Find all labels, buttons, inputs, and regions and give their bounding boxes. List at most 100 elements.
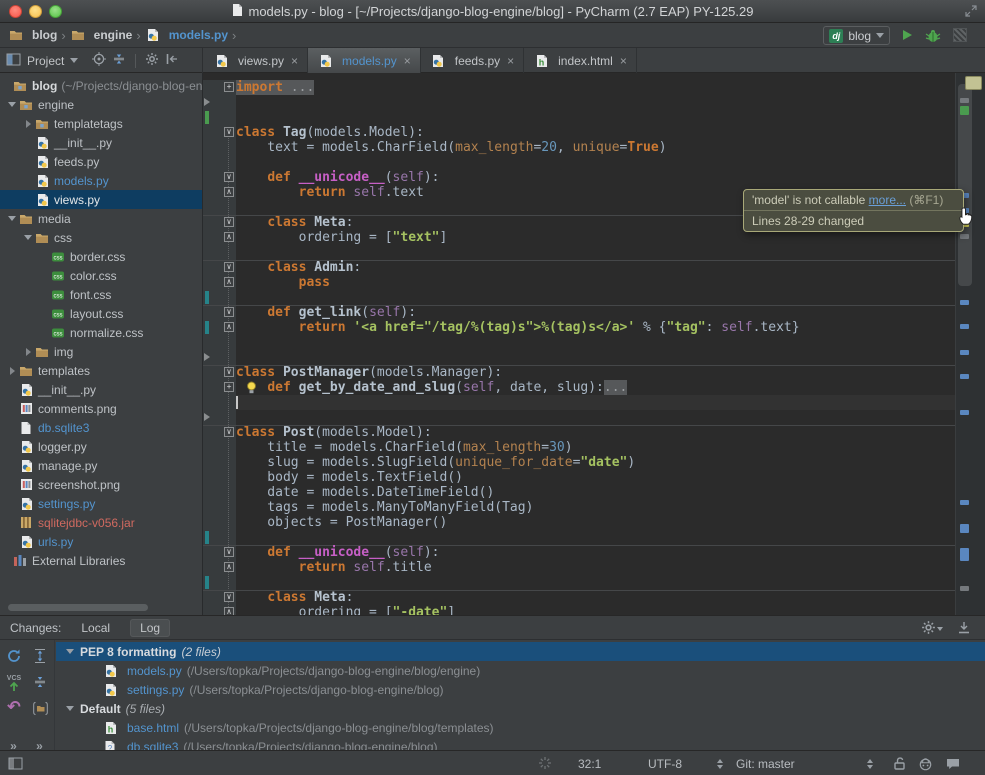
stripe-mark-gray[interactable]: [960, 586, 969, 591]
close-icon[interactable]: ×: [404, 54, 411, 68]
tab-index.html[interactable]: hindex.html×: [524, 48, 637, 73]
stripe-mark-gray[interactable]: [960, 234, 969, 239]
inspection-indicator[interactable]: [965, 76, 982, 90]
fold-marker-icon[interactable]: ∧: [224, 322, 234, 332]
chevron-down-icon[interactable]: [22, 235, 34, 240]
code-line[interactable]: def get_by_date_and_slug(self, date, slu…: [236, 380, 955, 395]
code-line[interactable]: def __unicode__(self):: [236, 170, 955, 185]
fold-marker-icon[interactable]: +: [224, 382, 234, 392]
toolwindow-toggle-icon[interactable]: [8, 757, 23, 773]
code-line[interactable]: import ...: [236, 80, 955, 95]
debug-button[interactable]: [925, 28, 941, 46]
refresh-icon[interactable]: [4, 646, 24, 666]
code-line[interactable]: [236, 530, 955, 545]
line-separator-icon[interactable]: [866, 758, 874, 773]
tree-item-img[interactable]: img: [0, 342, 202, 361]
stripe-mark-blue[interactable]: [960, 500, 969, 505]
tree-item-sqlitejdbc-v056.jar[interactable]: sqlitejdbc-v056.jar: [0, 513, 202, 532]
fold-marker-icon[interactable]: ∨: [224, 307, 234, 317]
code-line[interactable]: [236, 95, 955, 110]
tree-item-__init__.py[interactable]: __init__.py: [0, 380, 202, 399]
chevron-down-icon[interactable]: [66, 649, 74, 654]
fold-marker-icon[interactable]: ∧: [224, 187, 234, 197]
hector-inspector-icon[interactable]: [918, 756, 933, 774]
fold-marker-icon[interactable]: +: [224, 82, 234, 92]
code-line[interactable]: return self.title: [236, 560, 955, 575]
tree-item-External Libraries[interactable]: External Libraries: [0, 551, 202, 570]
stripe-mark-blue[interactable]: [960, 548, 969, 561]
changed-file-base.html[interactable]: hbase.html(/Users/topka/Projects/django-…: [56, 718, 985, 737]
code-line[interactable]: [236, 410, 955, 425]
code-line[interactable]: objects = PostManager(): [236, 515, 955, 530]
stripe-mark-blue[interactable]: [960, 410, 969, 415]
tree-item-__init__.py[interactable]: __init__.py: [0, 133, 202, 152]
changed-file-models.py[interactable]: models.py(/Users/topka/Projects/django-b…: [56, 661, 985, 680]
breadcrumb-item-models.py[interactable]: models.py: [145, 28, 228, 42]
breadcrumb-item-blog[interactable]: blog: [8, 28, 57, 42]
code-line[interactable]: text = models.CharField(max_length=20, u…: [236, 140, 955, 155]
dock-icon[interactable]: [957, 620, 971, 638]
code-line[interactable]: slug = models.SlugField(unique_for_date=…: [236, 455, 955, 470]
changed-file-settings.py[interactable]: settings.py(/Users/topka/Projects/django…: [56, 680, 985, 699]
code-line[interactable]: class Admin:: [236, 260, 955, 275]
stripe-mark-blue[interactable]: [960, 300, 969, 305]
tree-item-engine[interactable]: engine: [0, 95, 202, 114]
folded-region[interactable]: import ...: [236, 80, 314, 95]
tree-item-feeds.py[interactable]: feeds.py: [0, 152, 202, 171]
group-by-directory-icon[interactable]: [30, 698, 50, 718]
code-line[interactable]: tags = models.ManyToManyField(Tag): [236, 500, 955, 515]
code-line[interactable]: [236, 335, 955, 350]
collapse-all-icon[interactable]: [30, 672, 50, 692]
code-line[interactable]: ordering = ["-date"]: [236, 605, 955, 615]
editor[interactable]: +∨∨∧∨∧∨∧∨∧∨+∨∨∧∨∧ import ...class Tag(mo…: [203, 73, 985, 615]
code-line[interactable]: pass: [236, 275, 955, 290]
stripe-mark-blue[interactable]: [960, 374, 969, 379]
fold-marker-icon[interactable]: ∨: [224, 217, 234, 227]
code-line[interactable]: [236, 290, 955, 305]
code-line[interactable]: class PostManager(models.Manager):: [236, 365, 955, 380]
breadcrumb-item-engine[interactable]: engine: [70, 28, 133, 42]
tree-item-db.sqlite3[interactable]: db.sqlite3: [0, 418, 202, 437]
stripe-mark-blue[interactable]: [960, 324, 969, 329]
tab-log[interactable]: Log: [130, 619, 170, 637]
fold-marker-icon[interactable]: ∧: [224, 562, 234, 572]
code-line[interactable]: ordering = ["text"]: [236, 230, 955, 245]
stripe-mark-green[interactable]: [960, 106, 969, 115]
tab-local[interactable]: Local: [71, 619, 120, 637]
run-configuration-select[interactable]: dj blog: [823, 26, 890, 45]
code-line[interactable]: class Tag(models.Model):: [236, 125, 955, 140]
code-line[interactable]: def get_link(self):: [236, 305, 955, 320]
fold-marker-icon[interactable]: ∨: [224, 367, 234, 377]
tree-item-normalize.css[interactable]: cssnormalize.css: [0, 323, 202, 342]
chevron-right-icon[interactable]: [22, 348, 34, 356]
code-line[interactable]: [236, 350, 955, 365]
close-icon[interactable]: ×: [291, 54, 298, 68]
tree-item-settings.py[interactable]: settings.py: [0, 494, 202, 513]
file-encoding[interactable]: UTF-8: [648, 757, 682, 771]
tree-item-border.css[interactable]: cssborder.css: [0, 247, 202, 266]
tree-item-screenshot.png[interactable]: screenshot.png: [0, 475, 202, 494]
tab-views.py[interactable]: views.py×: [204, 48, 308, 73]
code-line[interactable]: date = models.DateTimeField(): [236, 485, 955, 500]
tree-item-manage.py[interactable]: manage.py: [0, 456, 202, 475]
chevron-right-icon[interactable]: [22, 120, 34, 128]
tree-item-media[interactable]: media: [0, 209, 202, 228]
tree-item-urls.py[interactable]: urls.py: [0, 532, 202, 551]
code-line[interactable]: [236, 155, 955, 170]
revert-icon[interactable]: ↶: [4, 698, 24, 718]
tree-item-blog[interactable]: blog(~/Projects/django-blog-engine/blog): [0, 76, 202, 95]
fold-marker-icon[interactable]: ∧: [224, 277, 234, 287]
collapse-all-icon[interactable]: [112, 52, 126, 69]
code-line[interactable]: [236, 575, 955, 590]
code-line[interactable]: [236, 395, 955, 410]
gear-icon[interactable]: [921, 620, 943, 638]
fold-marker-icon[interactable]: ∨: [224, 427, 234, 437]
scroll-to-source-icon[interactable]: [92, 52, 106, 69]
tab-feeds.py[interactable]: feeds.py×: [421, 48, 524, 73]
tree-item-templates[interactable]: templates: [0, 361, 202, 380]
code-line[interactable]: def __unicode__(self):: [236, 545, 955, 560]
fold-marker-icon[interactable]: ∨: [224, 262, 234, 272]
chevron-down-icon[interactable]: [66, 706, 74, 711]
fold-marker-icon[interactable]: ∨: [224, 127, 234, 137]
hide-panel-icon[interactable]: [165, 52, 179, 69]
